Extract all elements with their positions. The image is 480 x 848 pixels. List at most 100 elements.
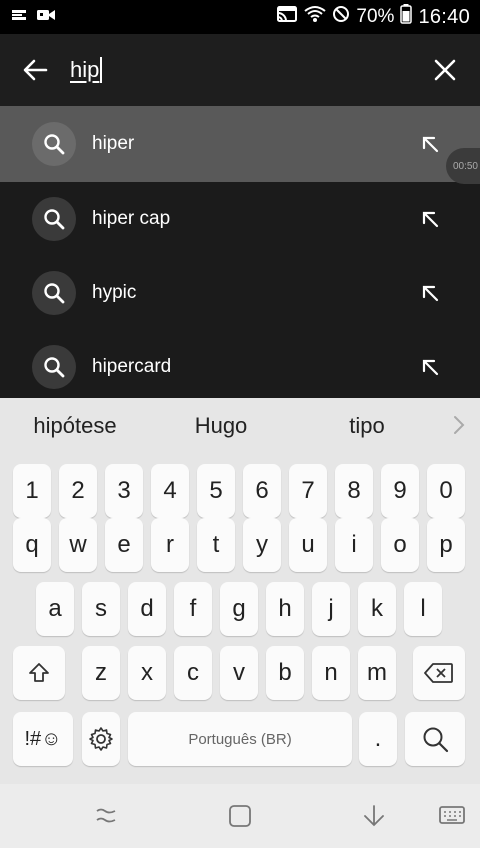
- navigation-bar: [0, 784, 480, 848]
- home-icon: [229, 805, 251, 827]
- key[interactable]: 0: [427, 464, 465, 518]
- search-icon: [32, 271, 76, 315]
- search-header: hip: [0, 34, 480, 106]
- text-caret: [100, 57, 103, 83]
- keyboard-icon: [439, 806, 465, 824]
- key[interactable]: 2: [59, 464, 97, 518]
- arrow-back-icon: [23, 59, 48, 81]
- battery-icon: [400, 4, 413, 30]
- chevron-right-icon[interactable]: [452, 412, 466, 443]
- key[interactable]: 5: [197, 464, 235, 518]
- key[interactable]: 8: [335, 464, 373, 518]
- key[interactable]: m: [358, 646, 396, 700]
- keyboard-switch-button[interactable]: [412, 784, 480, 848]
- space-key[interactable]: Português (BR): [128, 712, 352, 766]
- prediction-item[interactable]: tipo: [292, 398, 442, 454]
- key[interactable]: f: [174, 582, 212, 636]
- key[interactable]: y: [243, 518, 281, 572]
- key[interactable]: 7: [289, 464, 327, 518]
- prediction-item[interactable]: hipótese: [0, 398, 150, 454]
- arrow-up-left-icon: [422, 136, 439, 153]
- key[interactable]: t: [197, 518, 235, 572]
- arrow-up-left-icon: [422, 359, 439, 376]
- fill-query-button[interactable]: [400, 256, 460, 330]
- cast-icon: [276, 5, 298, 29]
- home-button[interactable]: [200, 784, 280, 848]
- key[interactable]: 4: [151, 464, 189, 518]
- key[interactable]: l: [404, 582, 442, 636]
- back-button[interactable]: [0, 34, 70, 106]
- key[interactable]: c: [174, 646, 212, 700]
- keyboard-number-row: 1 2 3 4 5 6 7 8 9 0: [0, 464, 480, 518]
- status-right: 70% 16:40: [276, 4, 470, 30]
- key[interactable]: k: [358, 582, 396, 636]
- key[interactable]: e: [105, 518, 143, 572]
- search-icon: [32, 345, 76, 389]
- suggestion-label: hiper cap: [92, 208, 171, 229]
- shift-key[interactable]: [13, 646, 65, 700]
- floating-timer-bubble[interactable]: 00:50: [446, 148, 480, 184]
- suggestion-label: hiper: [92, 133, 135, 154]
- key[interactable]: o: [381, 518, 419, 572]
- search-icon: [32, 197, 76, 241]
- backspace-icon: [424, 663, 453, 683]
- keyboard-row-2: a s d f g h j k l: [0, 582, 480, 636]
- key[interactable]: 9: [381, 464, 419, 518]
- hide-keyboard-button[interactable]: [334, 784, 414, 848]
- prediction-bar: hipótese Hugo tipo: [0, 398, 480, 454]
- key[interactable]: 1: [13, 464, 51, 518]
- arrow-up-left-icon: [422, 285, 439, 302]
- fill-query-button[interactable]: [400, 182, 460, 256]
- suggestion-label: hipercard: [92, 356, 172, 377]
- key[interactable]: r: [151, 518, 189, 572]
- suggestion-item[interactable]: hipercard: [0, 330, 480, 398]
- key[interactable]: u: [289, 518, 327, 572]
- keyboard-row-3: z x c v b n m: [0, 646, 480, 700]
- key[interactable]: p: [427, 518, 465, 572]
- search-key[interactable]: [405, 712, 465, 766]
- video-camera-icon: [36, 8, 56, 27]
- key[interactable]: j: [312, 582, 350, 636]
- key[interactable]: w: [59, 518, 97, 572]
- key[interactable]: z: [82, 646, 120, 700]
- period-key[interactable]: .: [359, 712, 397, 766]
- key[interactable]: g: [220, 582, 258, 636]
- search-query-text: hip: [70, 57, 100, 82]
- backspace-key[interactable]: [413, 646, 465, 700]
- key[interactable]: a: [36, 582, 74, 636]
- status-left: [10, 7, 56, 28]
- battery-percent: 70%: [356, 6, 395, 27]
- screen-cast-icon: [10, 7, 28, 28]
- suggestion-item[interactable]: hiper: [0, 106, 480, 182]
- key[interactable]: s: [82, 582, 120, 636]
- recent-apps-icon: [96, 808, 116, 823]
- key[interactable]: i: [335, 518, 373, 572]
- key[interactable]: x: [128, 646, 166, 700]
- search-input[interactable]: hip: [70, 34, 410, 106]
- symbols-key[interactable]: !#☺: [13, 712, 73, 766]
- key[interactable]: d: [128, 582, 166, 636]
- keyboard-row-1: q w e r t y u i o p: [0, 518, 480, 572]
- wifi-icon: [304, 5, 327, 29]
- close-icon: [434, 59, 456, 81]
- suggestion-item[interactable]: hiper cap: [0, 182, 480, 256]
- search-icon: [32, 122, 76, 166]
- settings-key[interactable]: [82, 712, 120, 766]
- key[interactable]: h: [266, 582, 304, 636]
- status-bar: 70% 16:40: [0, 0, 480, 34]
- search-icon: [423, 727, 449, 753]
- suggestion-label: hypic: [92, 282, 137, 303]
- prediction-item[interactable]: Hugo: [146, 398, 296, 454]
- fill-query-button[interactable]: [400, 330, 460, 398]
- key[interactable]: 6: [243, 464, 281, 518]
- key[interactable]: v: [220, 646, 258, 700]
- key[interactable]: 3: [105, 464, 143, 518]
- clock: 16:40: [418, 5, 470, 28]
- recent-apps-button[interactable]: [66, 784, 146, 848]
- shift-icon: [29, 663, 49, 682]
- suggestion-item[interactable]: hypic: [0, 256, 480, 330]
- key[interactable]: q: [13, 518, 51, 572]
- key[interactable]: n: [312, 646, 350, 700]
- key[interactable]: b: [266, 646, 304, 700]
- clear-button[interactable]: [410, 34, 480, 106]
